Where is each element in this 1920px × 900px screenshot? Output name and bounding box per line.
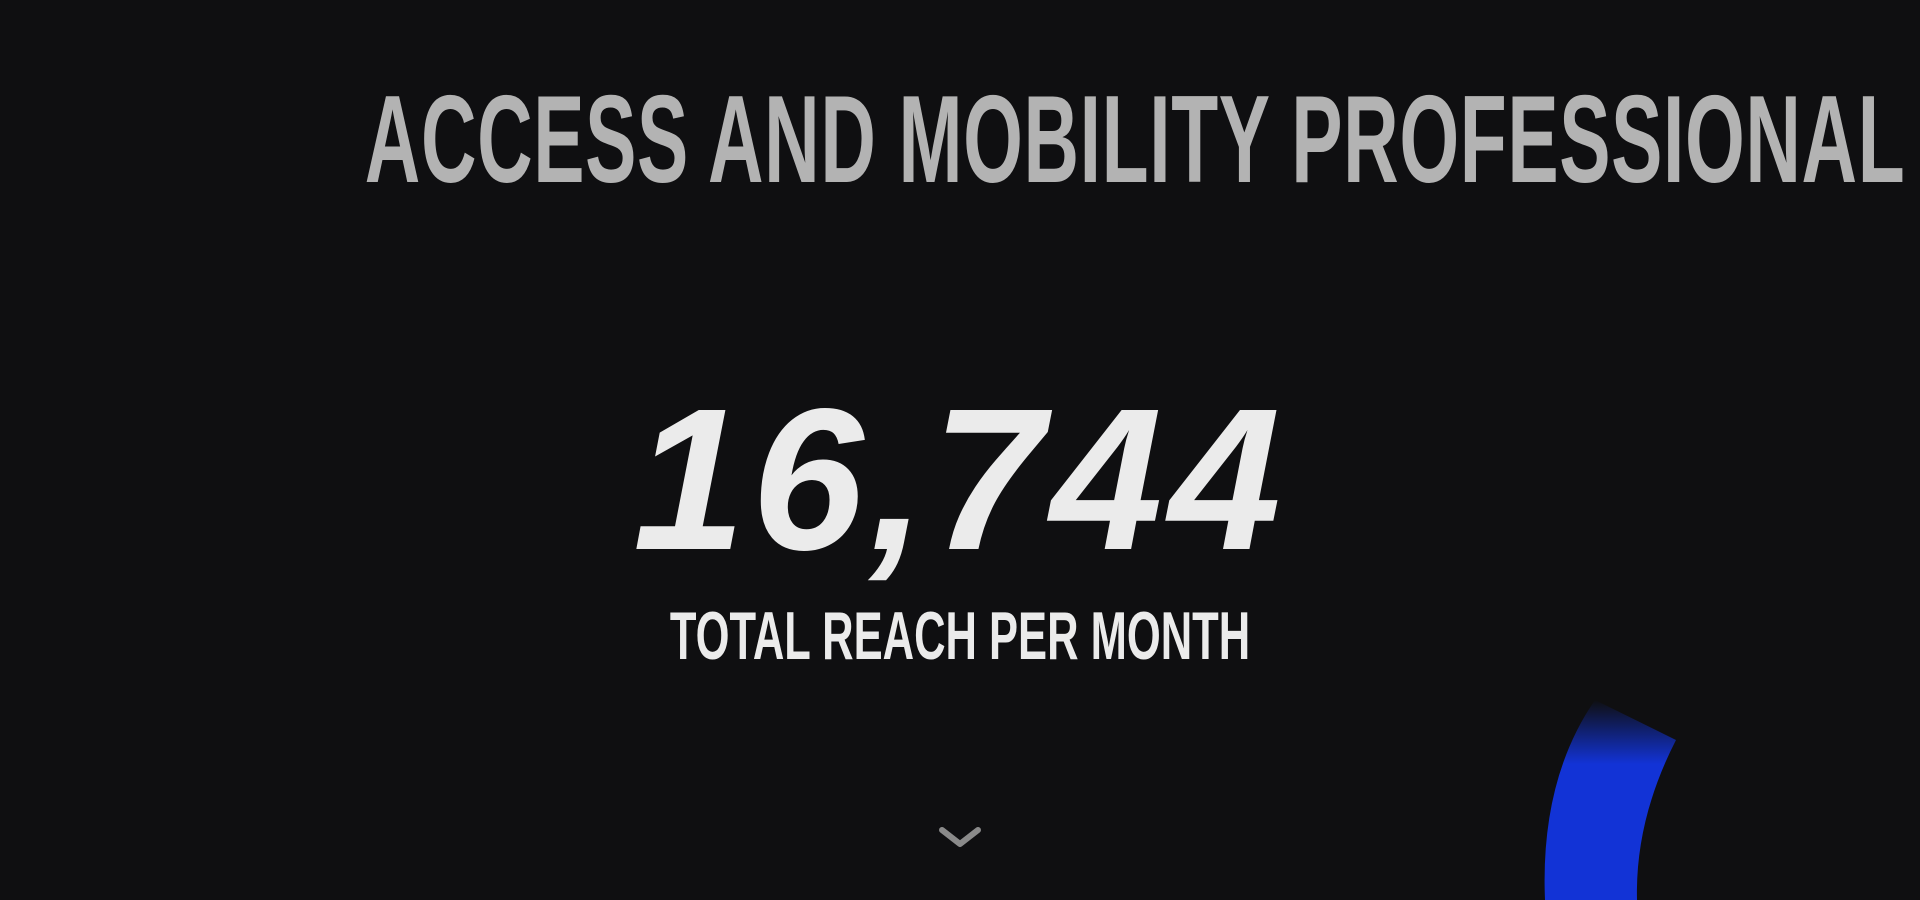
reach-stat-label: TOTAL REACH PER MONTH [669, 598, 1251, 674]
scroll-down-button[interactable] [937, 822, 983, 852]
decorative-arc [1544, 700, 1676, 900]
reach-stat-value: 16,744 [633, 366, 1287, 592]
page-title: ACCESS AND MOBILITY PROFESSIONAL [364, 71, 1906, 209]
chevron-down-icon [939, 827, 981, 847]
